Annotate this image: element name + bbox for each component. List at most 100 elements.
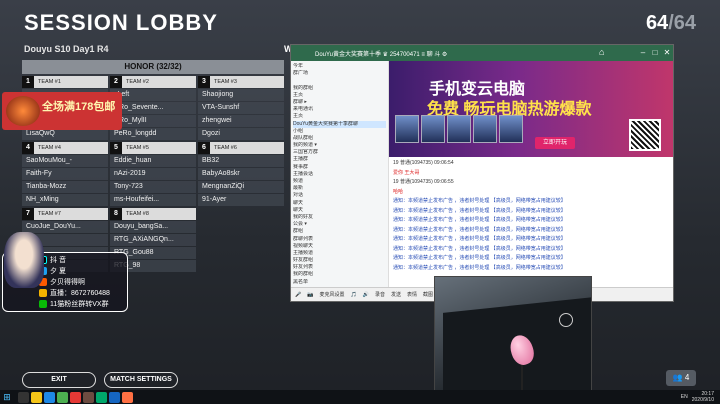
player-count-total: 64 bbox=[673, 12, 696, 34]
team-card-header: 6 TEAM #6 bbox=[198, 142, 284, 154]
food-image bbox=[6, 96, 40, 126]
social-line: 11猫粉丝群转VX群 bbox=[39, 299, 123, 310]
channel-item[interactable]: 来电通讯 bbox=[293, 106, 386, 113]
channel-item[interactable]: 小组 bbox=[293, 128, 386, 135]
steam-icon[interactable] bbox=[109, 391, 120, 403]
minimize-icon[interactable]: – bbox=[637, 47, 649, 59]
folder-icon[interactable] bbox=[31, 391, 42, 403]
player-slot: Eddie_huan bbox=[110, 155, 196, 167]
channel-item[interactable]: 我的群组 bbox=[293, 271, 386, 278]
app-icon[interactable] bbox=[122, 391, 133, 403]
social-line: 抖 音 bbox=[39, 255, 123, 266]
player-slot: BabyAo8skr bbox=[198, 168, 284, 180]
match-settings-button[interactable]: MATCH SETTINGS bbox=[104, 372, 178, 388]
chat-tool[interactable]: 🎤 bbox=[295, 292, 301, 298]
channel-item[interactable]: 对话 bbox=[293, 192, 386, 199]
windows-start-icon[interactable]: ⊞ bbox=[0, 390, 14, 404]
chat-message: 哈哈 bbox=[393, 188, 404, 195]
team-number: 2 bbox=[110, 76, 122, 88]
channel-item[interactable]: 公会 ▾ bbox=[293, 221, 386, 228]
chat-tool[interactable]: 录音 bbox=[375, 291, 385, 298]
chat-title: DouYu黄金大奖赛第十季 ♛ 254700471 ≡ 聊 斗 ⚙ bbox=[315, 51, 448, 58]
chrome-icon[interactable] bbox=[57, 391, 68, 403]
chat-tool[interactable]: 麦克风设置 bbox=[319, 291, 344, 298]
channel-item[interactable]: 我的频道 ▾ bbox=[293, 142, 386, 149]
team-card[interactable]: 2 TEAM #2 xLeftRRo_Sevente...RRo_MylIIPeRo… bbox=[110, 76, 196, 140]
chat-message: 通知：本频道禁止发布广告 ，违者封号处理 【高级员，网络带宽占用建议较】 bbox=[393, 207, 566, 214]
team-card-header: 3 TEAM #3 bbox=[198, 76, 284, 88]
channel-item[interactable]: 好友列表 bbox=[293, 264, 386, 271]
channel-item[interactable]: 群聊列表 bbox=[293, 236, 386, 243]
team-name: TEAM #8 bbox=[126, 211, 149, 217]
player-slot: Tony-723 bbox=[110, 181, 196, 193]
close-icon[interactable]: ✕ bbox=[661, 47, 673, 59]
team-card[interactable]: 3 TEAM #3 Shaojiong VTA-Sunshf zhengwei Dgozi bbox=[198, 76, 284, 140]
team-number: 4 bbox=[22, 142, 34, 154]
channel-item[interactable]: 聊天 bbox=[293, 200, 386, 207]
chat-window[interactable]: DouYu黄金大奖赛第十季 ♛ 254700471 ≡ 聊 斗 ⚙ – □ ✕ … bbox=[290, 44, 674, 302]
chat-tool[interactable]: 发送 bbox=[391, 291, 401, 298]
channel-item[interactable]: 主播会话 bbox=[293, 171, 386, 178]
game-thumb bbox=[447, 115, 471, 143]
chat-titlebar[interactable]: DouYu黄金大奖赛第十季 ♛ 254700471 ≡ 聊 斗 ⚙ – □ ✕ bbox=[291, 45, 673, 61]
channel-item[interactable]: 频道 bbox=[293, 178, 386, 185]
clock[interactable]: 20:17 2020/9/10 bbox=[692, 391, 714, 403]
party-size-badge[interactable]: 👥 4 bbox=[666, 370, 696, 386]
channel-item[interactable] bbox=[293, 77, 386, 84]
channel-item[interactable]: 黑名单 bbox=[293, 279, 386, 286]
channel-item[interactable]: 我的好友 bbox=[293, 214, 386, 221]
team-number: 8 bbox=[110, 208, 122, 220]
channel-list[interactable]: 今年 群广场 我的群组 主页 群聊 ▸ 来电通讯 主页 DouYu黄金大奖赛第十季群聊 小组 战队… bbox=[291, 61, 389, 287]
exit-button[interactable]: EXIT bbox=[22, 372, 96, 388]
app-icon[interactable] bbox=[96, 391, 107, 403]
ad-banner[interactable]: 手机变云电脑 免费 畅玩电脑热游爆款 立即开玩 bbox=[389, 61, 673, 157]
team-card[interactable]: 5 TEAM #5 Eddie_huan nAzi-2019 Tony-723 ms-Ho… bbox=[110, 142, 196, 206]
social-line: 夕 夏 bbox=[39, 266, 123, 277]
channel-item[interactable]: 视频聊天 bbox=[293, 243, 386, 250]
social-line: 直播：8672760488 bbox=[39, 288, 123, 299]
channel-item[interactable]: 最新 bbox=[293, 185, 386, 192]
edge-icon[interactable] bbox=[44, 391, 55, 403]
chat-message: 爱你 王大哥 bbox=[393, 169, 420, 176]
chat-tool[interactable]: 表情 bbox=[407, 291, 417, 298]
home-icon[interactable]: ⌂ bbox=[599, 47, 611, 59]
channel-item[interactable]: 赛事群 bbox=[293, 164, 386, 171]
team-card[interactable]: 4 TEAM #4 SaoMouMou_- Faith-Fy Tianba-Mozz NH… bbox=[22, 142, 108, 206]
channel-item[interactable]: DouYu黄金大奖赛第十季群聊 bbox=[293, 120, 386, 128]
player-slot: Shaojiong bbox=[198, 89, 284, 101]
language-indicator[interactable]: EN bbox=[681, 394, 688, 400]
channel-item[interactable]: 今年 bbox=[293, 63, 386, 70]
channel-item[interactable]: 聊天 bbox=[293, 207, 386, 214]
chat-tool[interactable]: 🎵 bbox=[350, 292, 356, 298]
chat-tool[interactable]: 🔊 bbox=[363, 292, 369, 298]
channel-item[interactable]: 主播群 bbox=[293, 156, 386, 163]
channel-item[interactable]: 主播频道 bbox=[293, 250, 386, 257]
team-card[interactable]: 6 TEAM #6 BB32 BabyAo8skr MengnanZiQi 91-Ayer bbox=[198, 142, 284, 206]
player-count: 64/64 bbox=[646, 12, 696, 35]
channel-item[interactable]: 主页 bbox=[293, 113, 386, 120]
channel-item[interactable]: 我的群组 bbox=[293, 85, 386, 92]
channel-item[interactable]: 主页 bbox=[293, 92, 386, 99]
chat-message: 通知：本频道禁止发布广告 ，违者封号处理 【高级员，网络带宽占用建议较】 bbox=[393, 226, 566, 233]
play-now-button[interactable]: 立即开玩 bbox=[535, 137, 575, 149]
channel-item[interactable]: 群组 bbox=[293, 228, 386, 235]
app-icon[interactable] bbox=[83, 391, 94, 403]
player-slot: xLeft bbox=[110, 89, 196, 101]
anime-avatar bbox=[4, 232, 44, 288]
team-card-header: 5 TEAM #5 bbox=[110, 142, 196, 154]
player-slot: MengnanZiQi bbox=[198, 181, 284, 193]
webcam-feed bbox=[434, 276, 592, 404]
search-icon[interactable] bbox=[18, 391, 29, 403]
channel-item[interactable]: 群聊 ▸ bbox=[293, 99, 386, 106]
team-name: TEAM #2 bbox=[126, 79, 149, 85]
chat-tool[interactable]: 📷 bbox=[307, 292, 313, 298]
channel-item[interactable]: 好友群组 bbox=[293, 257, 386, 264]
channel-item[interactable]: 战队群组 bbox=[293, 135, 386, 142]
channel-item[interactable]: 三国官方群 bbox=[293, 149, 386, 156]
chat-message: 通知：本频道禁止发布广告 ，违者封号处理 【高级员，网络带宽占用建议较】 bbox=[393, 236, 566, 242]
maximize-icon[interactable]: □ bbox=[649, 47, 661, 59]
player-slot: BB32 bbox=[198, 155, 284, 167]
app-icon[interactable] bbox=[70, 391, 81, 403]
channel-item[interactable]: 群广场 bbox=[293, 70, 386, 77]
chat-tool[interactable]: 截图 bbox=[423, 291, 433, 298]
